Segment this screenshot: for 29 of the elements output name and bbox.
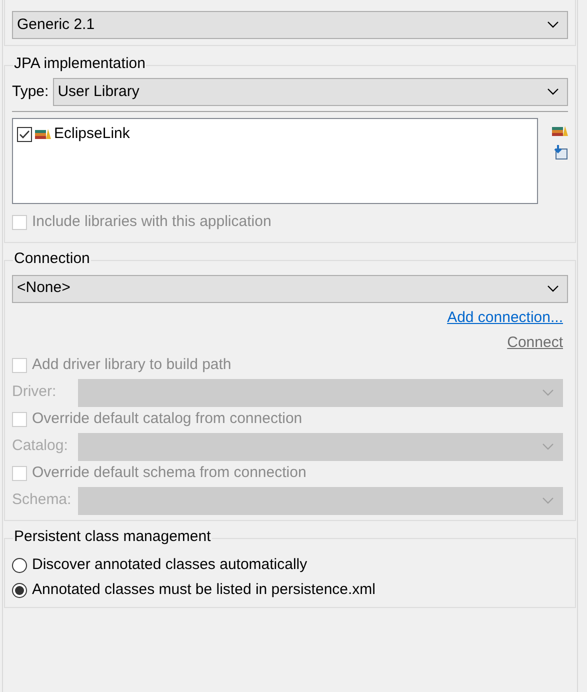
field-label: Driver: (12, 382, 58, 402)
books-icon (35, 127, 51, 142)
radio-button[interactable] (12, 558, 27, 572)
type-label: Type: (12, 82, 49, 102)
radio-label[interactable]: Discover annotated classes automatically (32, 554, 308, 576)
radio-button[interactable] (12, 582, 27, 598)
platform-dropdown[interactable]: Generic 2.1 (12, 11, 568, 39)
option-label: Override default catalog from connection (32, 409, 302, 430)
radio-label[interactable]: Annotated classes must be listed in persistence.xml (32, 578, 376, 602)
checkbox[interactable] (17, 126, 32, 142)
add-connection-link[interactable]: Add connection... (447, 308, 563, 328)
chevron-down-icon (542, 496, 554, 504)
field-label: Catalog: (12, 436, 69, 456)
chevron-down-icon (547, 88, 559, 96)
type-dropdown[interactable]: User Library (52, 78, 568, 106)
include-libraries-label: Include libraries with this application (32, 212, 272, 232)
library-name[interactable]: EclipseLink (54, 123, 130, 146)
option-label: Add driver library to build path (32, 355, 232, 376)
chevron-down-icon (542, 388, 554, 396)
field-label: Schema: (12, 490, 72, 510)
connection-dropdown[interactable]: <None> (12, 274, 568, 302)
group-title: JPA implementation (13, 54, 146, 74)
chevron-down-icon (547, 21, 559, 29)
connect-link[interactable]: Connect (507, 332, 563, 352)
download-library-icon[interactable] (552, 144, 568, 160)
add-library-icon[interactable] (552, 124, 568, 138)
chevron-down-icon (547, 284, 559, 292)
chevron-down-icon (542, 442, 554, 450)
option-label: Override default schema from connection (32, 463, 306, 484)
